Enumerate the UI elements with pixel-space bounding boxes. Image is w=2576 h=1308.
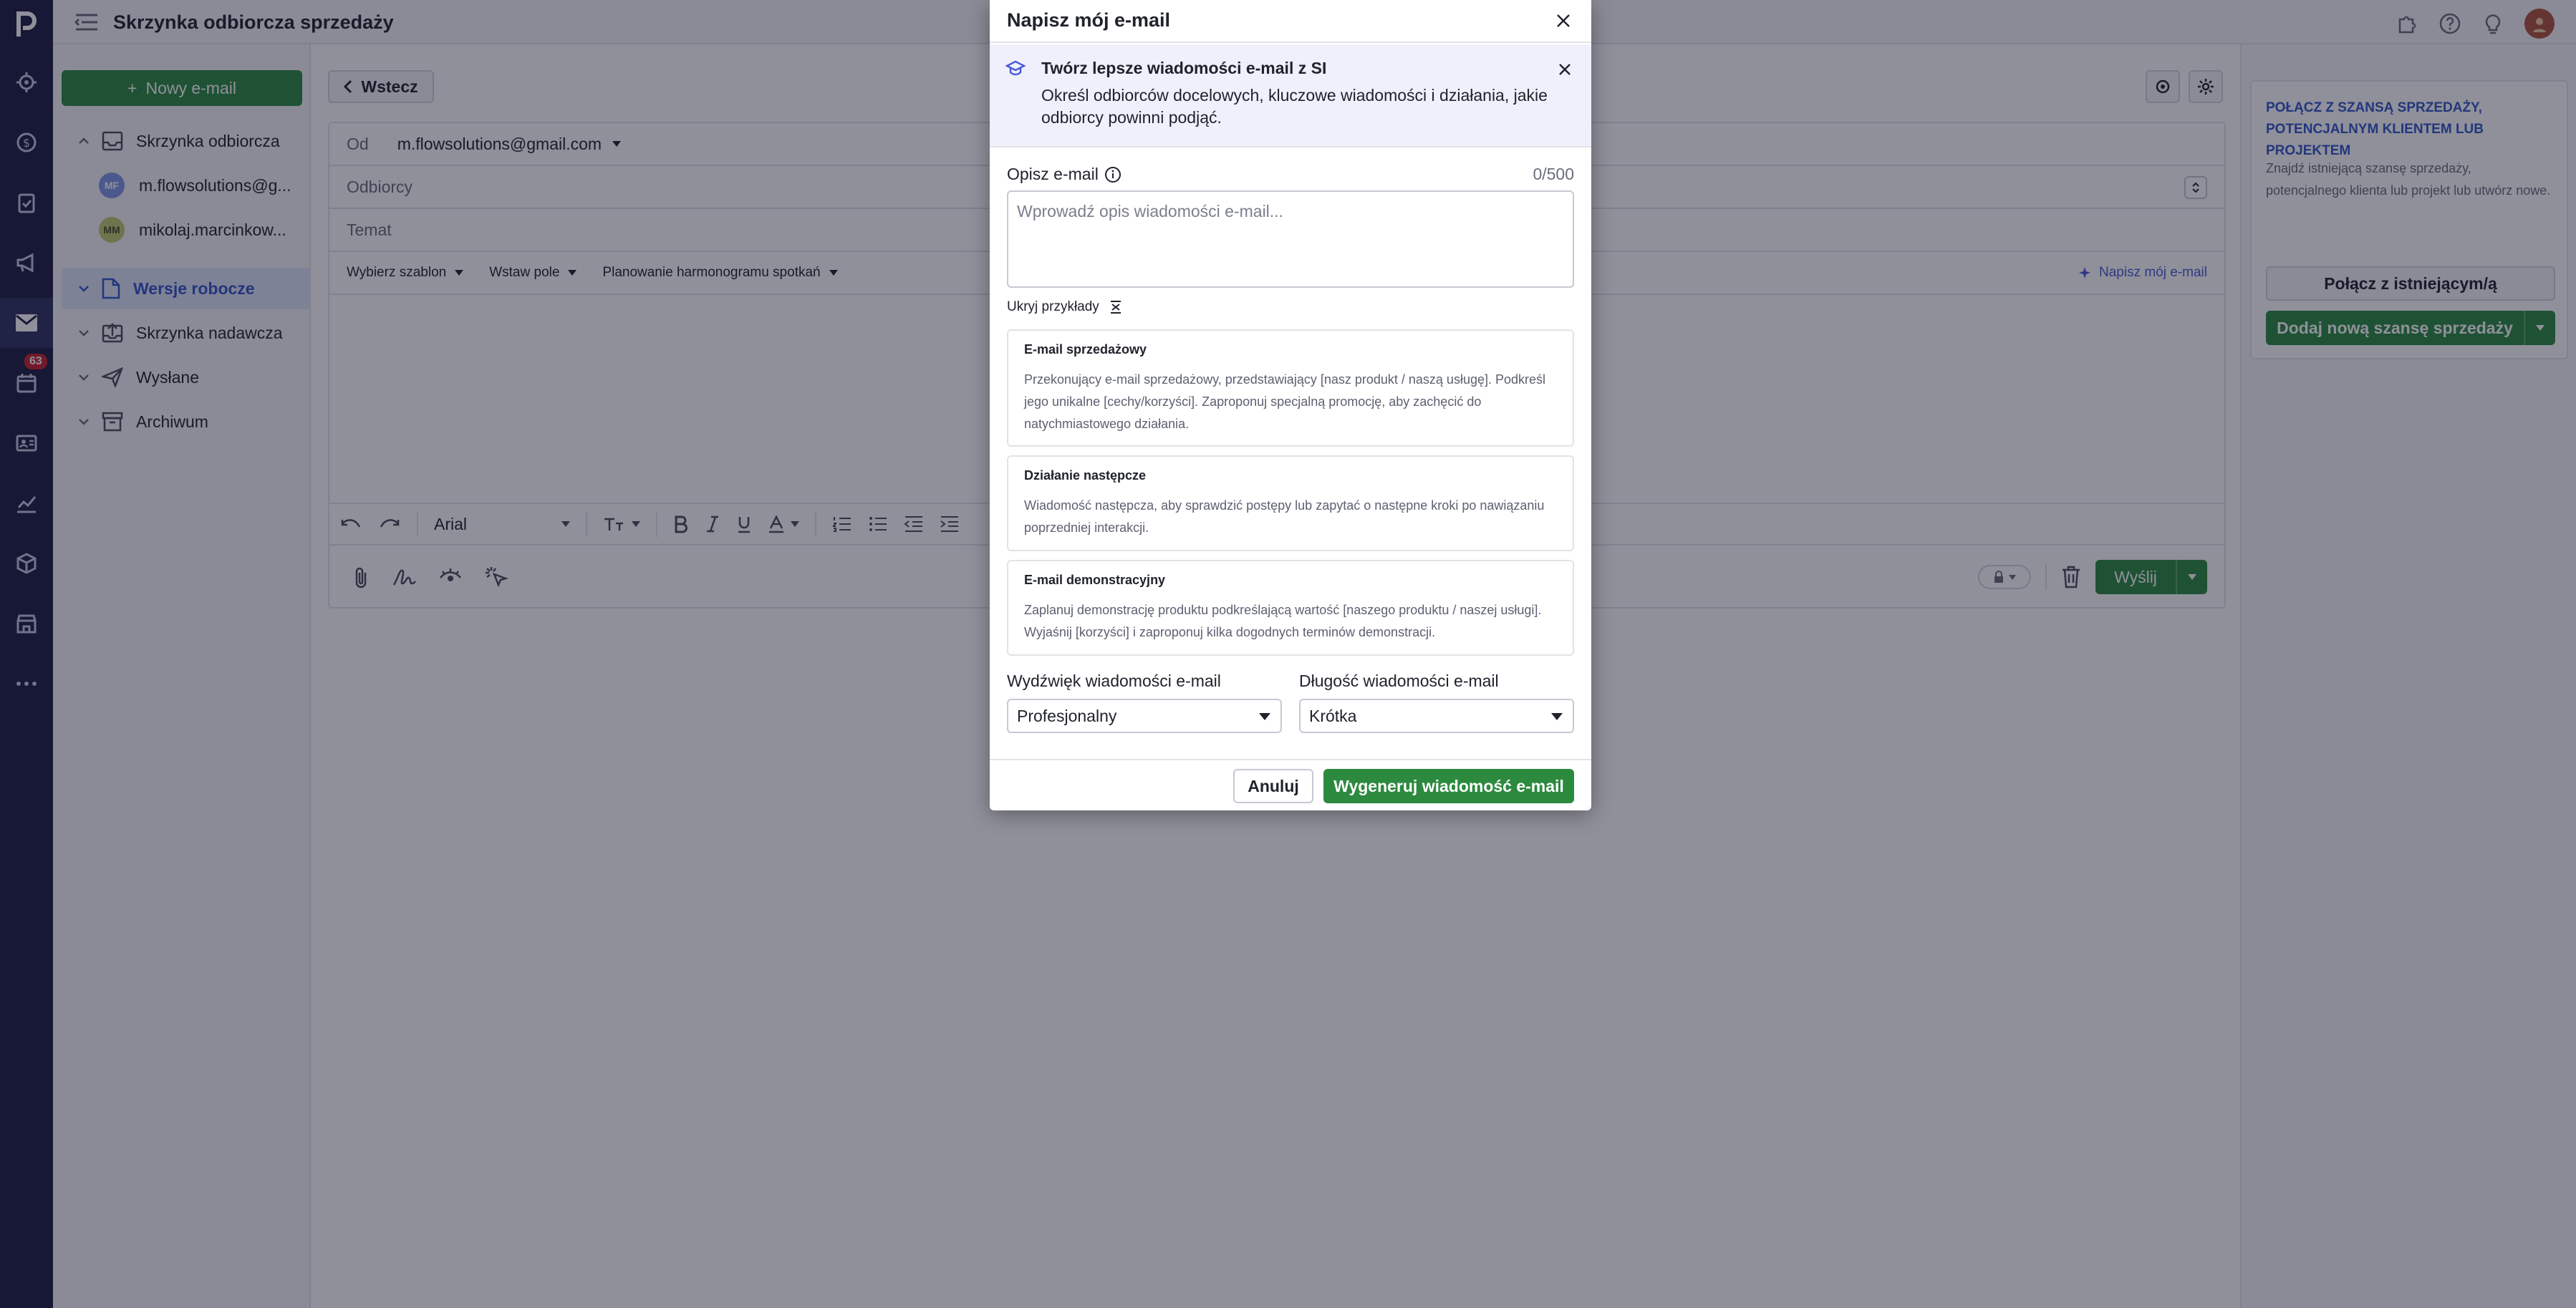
example-text: Przekonujący e-mail sprzedażowy, przedst… xyxy=(1024,372,1546,431)
banner-text: Określ odbiorców docelowych, kluczowe wi… xyxy=(1041,86,1548,127)
banner-title: Twórz lepsze wiadomości e-mail z SI xyxy=(1041,59,1327,77)
example-card[interactable]: Działanie następcze Wiadomość następcza,… xyxy=(1007,455,1574,551)
description-label: Opisz e-mail xyxy=(1007,165,1099,183)
char-counter: 0/500 xyxy=(1533,165,1574,183)
close-banner-icon[interactable] xyxy=(1554,59,1576,80)
example-text: Wiadomość następcza, aby sprawdzić postę… xyxy=(1024,498,1545,535)
tone-select[interactable]: Profesjonalny xyxy=(1007,699,1282,733)
tone-label: Wydźwięk wiadomości e-mail xyxy=(1007,672,1221,690)
description-label-row: Opisz e-mail xyxy=(1007,165,1121,184)
length-label: Długość wiadomości e-mail xyxy=(1299,672,1499,690)
modal-title: Napisz mój e-mail xyxy=(1007,9,1171,31)
ai-email-modal: Napisz mój e-mail Twórz lepsze wiadomośc… xyxy=(990,0,1591,810)
close-icon[interactable] xyxy=(1551,9,1576,33)
example-text: Zaplanuj demonstrację produktu podkreśla… xyxy=(1024,603,1542,639)
example-title: E-mail demonstracyjny xyxy=(1024,573,1166,587)
generate-email-button[interactable]: Wygeneruj wiadomość e-mail xyxy=(1323,769,1574,803)
modal-header: Napisz mój e-mail xyxy=(990,0,1591,43)
ai-info-banner: Twórz lepsze wiadomości e-mail z SI Okre… xyxy=(990,44,1591,147)
cancel-button[interactable]: Anuluj xyxy=(1233,769,1313,803)
info-icon[interactable] xyxy=(1104,166,1121,183)
caret-down-icon xyxy=(1259,713,1270,720)
example-title: Działanie następcze xyxy=(1024,468,1147,483)
collapse-icon xyxy=(1109,300,1122,314)
example-title: E-mail sprzedażowy xyxy=(1024,342,1147,357)
hide-examples-label: Ukryj przykłady xyxy=(1007,299,1099,314)
caret-down-icon xyxy=(1551,713,1563,720)
example-card[interactable]: E-mail sprzedażowy Przekonujący e-mail s… xyxy=(1007,329,1574,447)
example-card[interactable]: E-mail demonstracyjny Zaplanuj demonstra… xyxy=(1007,560,1574,656)
email-description-input[interactable] xyxy=(1007,190,1574,288)
tone-value: Profesjonalny xyxy=(1017,706,1117,725)
length-select[interactable]: Krótka xyxy=(1299,699,1574,733)
hide-examples-toggle[interactable]: Ukryj przykłady xyxy=(1007,299,1122,315)
graduation-cap-icon xyxy=(1005,60,1026,77)
length-value: Krótka xyxy=(1309,706,1357,725)
modal-footer: Anuluj Wygeneruj wiadomość e-mail xyxy=(990,759,1591,810)
